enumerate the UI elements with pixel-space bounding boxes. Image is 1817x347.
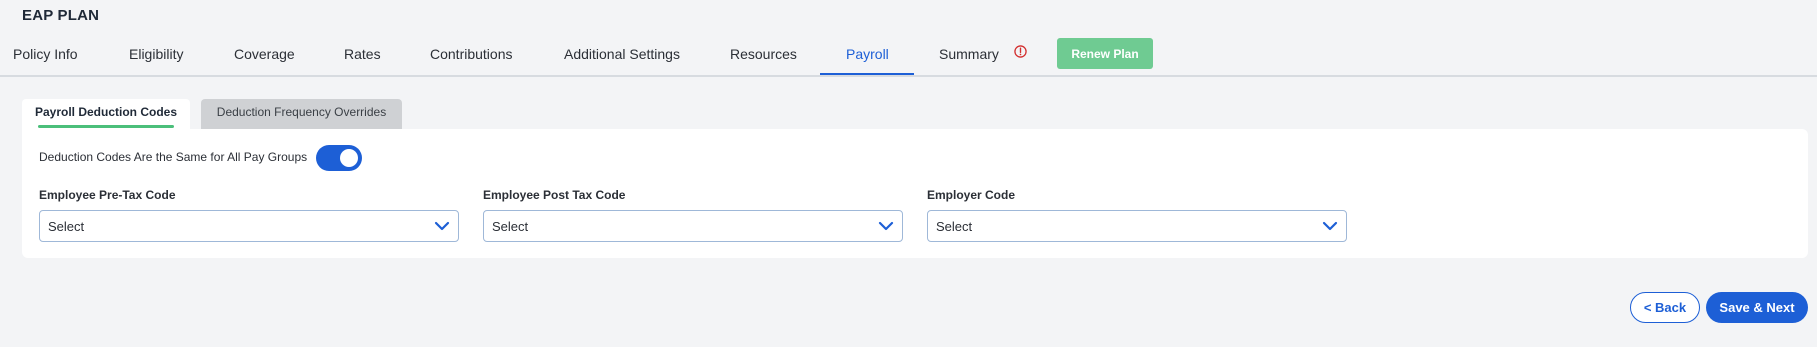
chevron-down-icon: [434, 221, 450, 231]
employee-pre-tax-code-label: Employee Pre-Tax Code: [39, 188, 176, 202]
employee-post-tax-code-select[interactable]: Select: [483, 210, 903, 242]
tab-rates[interactable]: Rates: [344, 36, 381, 77]
tab-payroll[interactable]: Payroll: [846, 36, 889, 77]
tab-summary[interactable]: Summary: [939, 36, 999, 77]
back-button[interactable]: < Back: [1630, 292, 1700, 323]
tab-contributions[interactable]: Contributions: [430, 36, 513, 77]
active-tab-indicator: [820, 73, 914, 75]
tab-coverage[interactable]: Coverage: [234, 36, 295, 77]
tab-additional-settings[interactable]: Additional Settings: [564, 36, 680, 77]
same-codes-toggle-label: Deduction Codes Are the Same for All Pay…: [39, 150, 308, 164]
select-value: Select: [48, 219, 85, 234]
employee-post-tax-code-label: Employee Post Tax Code: [483, 188, 626, 202]
select-value: Select: [492, 219, 529, 234]
tab-eligibility[interactable]: Eligibility: [129, 36, 183, 77]
subtab-payroll-deduction-codes[interactable]: Payroll Deduction Codes: [22, 99, 190, 129]
subtab-label: Payroll Deduction Codes: [34, 105, 178, 119]
renew-plan-button[interactable]: Renew Plan: [1057, 38, 1153, 69]
save-and-next-button[interactable]: Save & Next: [1706, 292, 1808, 323]
chevron-down-icon: [1322, 221, 1338, 231]
chevron-down-icon: [878, 221, 894, 231]
same-codes-toggle[interactable]: [316, 145, 362, 171]
toggle-knob: [340, 149, 358, 167]
tab-policy-info[interactable]: Policy Info: [13, 36, 78, 77]
active-subtab-indicator: [38, 125, 174, 128]
employee-pre-tax-code-select[interactable]: Select: [39, 210, 459, 242]
employer-code-select[interactable]: Select: [927, 210, 1347, 242]
tab-resources[interactable]: Resources: [730, 36, 797, 77]
subtab-deduction-frequency-overrides[interactable]: Deduction Frequency Overrides: [201, 99, 402, 129]
warning-circle-icon: [1014, 45, 1027, 58]
page-title: EAP PLAN: [22, 7, 100, 24]
employer-code-label: Employer Code: [927, 188, 1016, 202]
select-value: Select: [936, 219, 973, 234]
